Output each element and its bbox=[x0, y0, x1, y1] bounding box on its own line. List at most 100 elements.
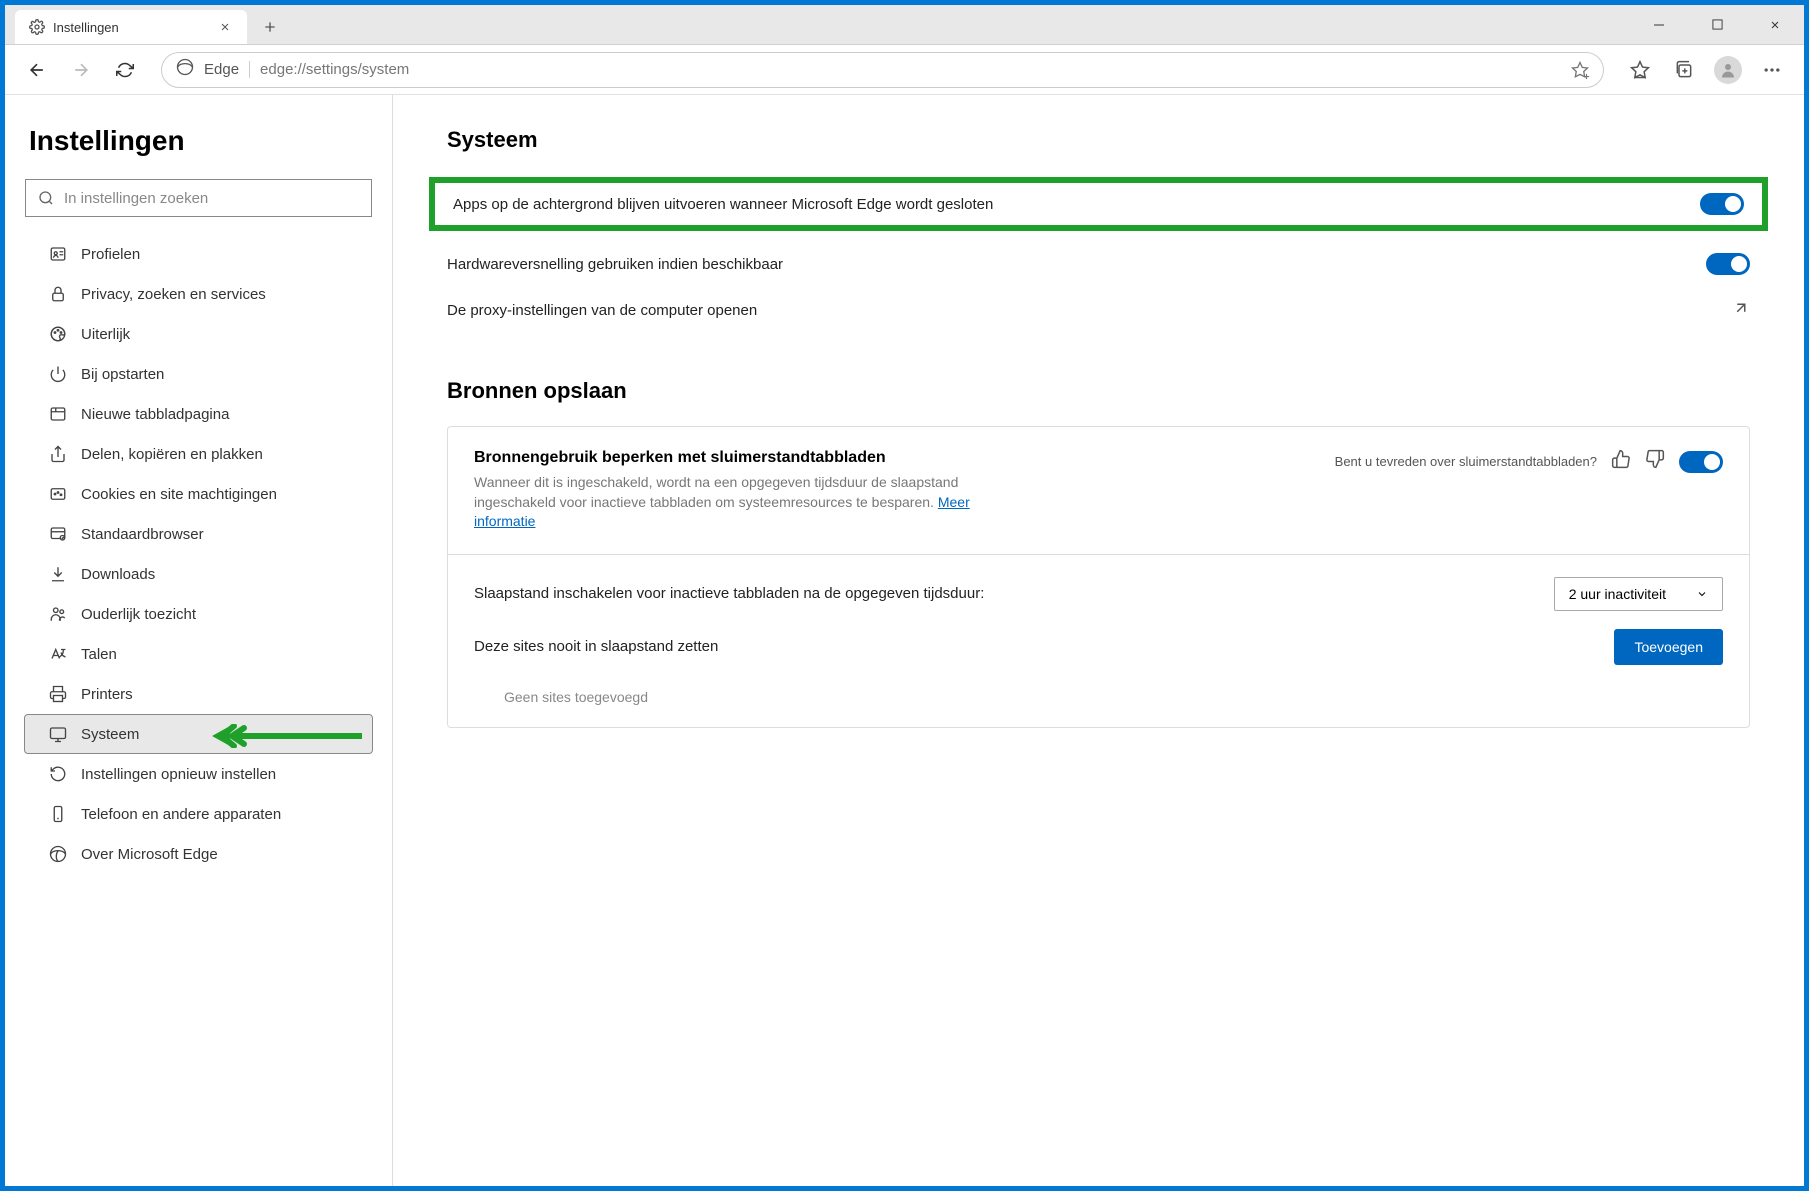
settings-sidebar: Instellingen Profielen Privacy, zoeken en… bbox=[5, 95, 393, 1186]
sidebar-item-label: Ouderlijk toezicht bbox=[81, 606, 196, 623]
profile-icon bbox=[49, 245, 67, 263]
printer-icon bbox=[49, 685, 67, 703]
share-icon bbox=[49, 445, 67, 463]
sidebar-item-label: Cookies en site machtigingen bbox=[81, 486, 277, 503]
sidebar-item-label: Standaardbrowser bbox=[81, 526, 204, 543]
search-input[interactable] bbox=[64, 190, 359, 207]
sidebar-item-label: Printers bbox=[81, 686, 133, 703]
external-link-icon bbox=[1732, 299, 1750, 322]
default-icon bbox=[49, 525, 67, 543]
setting-label-hw: Hardwareversnelling gebruiken indien bes… bbox=[447, 256, 783, 273]
sidebar-item-label: Delen, kopiëren en plakken bbox=[81, 446, 263, 463]
sidebar-item-label: Talen bbox=[81, 646, 117, 663]
sidebar-item-cookie[interactable]: Cookies en site machtigingen bbox=[25, 475, 372, 513]
sidebar-item-label: Over Microsoft Edge bbox=[81, 846, 218, 863]
setting-row-hw: Hardwareversnelling gebruiken indien bes… bbox=[447, 241, 1750, 287]
sidebar-item-appearance[interactable]: Uiterlijk bbox=[25, 315, 372, 353]
refresh-button[interactable] bbox=[107, 52, 143, 88]
edge-icon bbox=[176, 58, 194, 81]
sidebar-item-language[interactable]: Talen bbox=[25, 635, 372, 673]
add-button[interactable]: Toevoegen bbox=[1614, 629, 1723, 665]
appearance-icon bbox=[49, 325, 67, 343]
maximize-button[interactable] bbox=[1688, 5, 1746, 44]
thumbs-up-icon[interactable] bbox=[1611, 449, 1631, 474]
sidebar-item-family[interactable]: Ouderlijk toezicht bbox=[25, 595, 372, 633]
more-menu-icon[interactable] bbox=[1754, 52, 1790, 88]
new-tab-button[interactable] bbox=[253, 10, 287, 44]
sidebar-item-profile[interactable]: Profielen bbox=[25, 235, 372, 273]
sidebar-item-label: Telefoon en andere apparaten bbox=[81, 806, 281, 823]
close-icon[interactable] bbox=[217, 19, 233, 35]
settings-main: Systeem Apps op de achtergrond blijven u… bbox=[393, 95, 1804, 1186]
tab-title: Instellingen bbox=[53, 20, 119, 35]
family-icon bbox=[49, 605, 67, 623]
sidebar-item-phone[interactable]: Telefoon en andere apparaten bbox=[25, 795, 372, 833]
sidebar-item-label: Downloads bbox=[81, 566, 155, 583]
setting-label-proxy: De proxy-instellingen van de computer op… bbox=[447, 302, 757, 319]
sidebar-heading: Instellingen bbox=[29, 125, 392, 157]
favorite-star-icon[interactable] bbox=[1571, 61, 1589, 79]
back-button[interactable] bbox=[19, 52, 55, 88]
close-window-button[interactable] bbox=[1746, 5, 1804, 44]
sidebar-item-label: Profielen bbox=[81, 246, 140, 263]
setting-label-bgapps: Apps op de achtergrond blijven uitvoeren… bbox=[453, 196, 993, 213]
no-sites-text: Geen sites toegevoegd bbox=[474, 683, 1723, 705]
newtab-icon bbox=[49, 405, 67, 423]
toggle-sleeping-tabs[interactable] bbox=[1679, 451, 1723, 473]
settings-search[interactable] bbox=[25, 179, 372, 217]
power-icon bbox=[49, 365, 67, 383]
sidebar-item-label: Bij opstarten bbox=[81, 366, 164, 383]
language-icon bbox=[49, 645, 67, 663]
address-url: edge://settings/system bbox=[260, 61, 1561, 78]
lock-icon bbox=[49, 285, 67, 303]
sidebar-item-share[interactable]: Delen, kopiëren en plakken bbox=[25, 435, 372, 473]
sleep-after-select[interactable]: 2 uur inactiviteit bbox=[1554, 577, 1723, 611]
page-title: Systeem bbox=[447, 127, 1750, 153]
address-bar[interactable]: Edge edge://settings/system bbox=[161, 52, 1604, 88]
annotation-arrow-icon bbox=[212, 724, 362, 744]
highlighted-setting-row: Apps op de achtergrond blijven uitvoeren… bbox=[429, 177, 1768, 231]
search-icon bbox=[38, 190, 54, 206]
sidebar-item-power[interactable]: Bij opstarten bbox=[25, 355, 372, 393]
sidebar-item-printer[interactable]: Printers bbox=[25, 675, 372, 713]
toggle-bgapps[interactable] bbox=[1700, 193, 1744, 215]
sidebar-item-label: Nieuwe tabbladpagina bbox=[81, 406, 229, 423]
sleeping-tabs-title: Bronnengebruik beperken met sluimerstand… bbox=[474, 449, 994, 467]
browser-tab[interactable]: Instellingen bbox=[15, 10, 247, 44]
titlebar: Instellingen bbox=[5, 5, 1804, 45]
reset-icon bbox=[49, 765, 67, 783]
sidebar-item-lock[interactable]: Privacy, zoeken en services bbox=[25, 275, 372, 313]
sidebar-item-system[interactable]: Systeem bbox=[25, 715, 372, 753]
sleeping-tabs-card: Bronnengebruik beperken met sluimerstand… bbox=[447, 426, 1750, 728]
thumbs-down-icon[interactable] bbox=[1645, 449, 1665, 474]
sidebar-item-label: Privacy, zoeken en services bbox=[81, 286, 266, 303]
feedback-question: Bent u tevreden over sluimerstandtabblad… bbox=[1335, 454, 1597, 469]
phone-icon bbox=[49, 805, 67, 823]
download-icon bbox=[49, 565, 67, 583]
minimize-button[interactable] bbox=[1630, 5, 1688, 44]
toggle-hw[interactable] bbox=[1706, 253, 1750, 275]
edge-icon bbox=[49, 845, 67, 863]
select-value: 2 uur inactiviteit bbox=[1569, 586, 1666, 602]
sidebar-item-label: Instellingen opnieuw instellen bbox=[81, 766, 276, 783]
setting-row-proxy[interactable]: De proxy-instellingen van de computer op… bbox=[447, 287, 1750, 334]
collections-icon[interactable] bbox=[1666, 52, 1702, 88]
avatar-icon bbox=[1714, 56, 1742, 84]
sleeping-tabs-desc: Wanneer dit is ingeschakeld, wordt na ee… bbox=[474, 473, 994, 532]
sidebar-item-default[interactable]: Standaardbrowser bbox=[25, 515, 372, 553]
favorites-icon[interactable] bbox=[1622, 52, 1658, 88]
toolbar: Edge edge://settings/system bbox=[5, 45, 1804, 95]
sleep-after-label: Slaapstand inschakelen voor inactieve ta… bbox=[474, 585, 984, 602]
section-heading-resources: Bronnen opslaan bbox=[447, 378, 1750, 404]
forward-button[interactable] bbox=[63, 52, 99, 88]
sidebar-item-edge[interactable]: Over Microsoft Edge bbox=[25, 835, 372, 873]
sidebar-item-reset[interactable]: Instellingen opnieuw instellen bbox=[25, 755, 372, 793]
address-prefix: Edge bbox=[204, 61, 250, 78]
cookie-icon bbox=[49, 485, 67, 503]
sidebar-item-label: Uiterlijk bbox=[81, 326, 130, 343]
profile-button[interactable] bbox=[1710, 52, 1746, 88]
sidebar-item-download[interactable]: Downloads bbox=[25, 555, 372, 593]
sidebar-item-newtab[interactable]: Nieuwe tabbladpagina bbox=[25, 395, 372, 433]
sidebar-item-label: Systeem bbox=[81, 726, 139, 743]
system-icon bbox=[49, 725, 67, 743]
